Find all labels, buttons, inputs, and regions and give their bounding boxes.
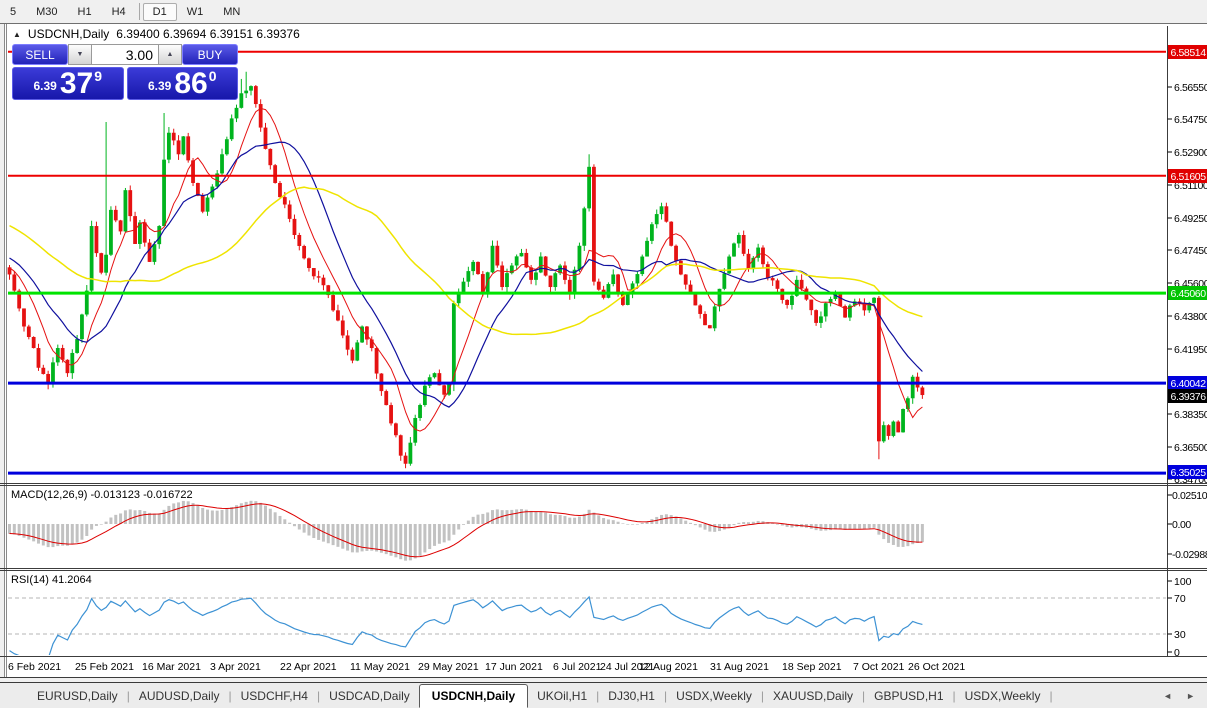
macd-indicator-label: MACD(12,26,9) -0.013123 -0.016722 [11,489,193,501]
buy-button[interactable]: BUY [182,44,238,65]
rsi-indicator-label: RSI(14) 41.2064 [11,574,92,586]
chart-symbol-title: USDCNH,Daily [27,27,110,41]
one-click-trade-panel: SELL ▼ 3.00 ▲ BUY 6.39 37 9 6.39 86 0 [12,44,238,100]
rsi-axis-label: 0 [1174,647,1180,659]
date-tick-label: 6 Feb 2021 [8,661,61,673]
macd-axis-label: 0.00 [1172,519,1191,531]
price-axis-labels: 6.565506.547506.529006.511006.492506.474… [1167,45,1207,659]
price-level-label: 6.51605 [1171,171,1207,183]
sell-price-big-digits: 37 [59,67,94,100]
price-tick-label: 6.49250 [1174,213,1207,225]
volume-increase-button[interactable]: ▲ [158,44,182,65]
date-tick-label: 12 Aug 2021 [639,661,698,673]
buy-price-big-digits: 86 [174,67,208,100]
date-tick-label: 17 Jun 2021 [485,661,543,673]
date-tick-label: 25 Feb 2021 [75,661,134,673]
mt4-window: 5 M30 H1 H4 D1 W1 MN 6.56550 6.54750 6.52900 6.51… [0,0,1207,708]
volume-input[interactable]: 3.00 [92,44,158,65]
price-tick-label: 6.56550 [1174,82,1207,94]
sell-price-pipette: 9 [94,68,103,84]
date-tick-label: 22 Apr 2021 [280,661,337,673]
price-tick-label: 6.41950 [1174,344,1207,356]
rsi-axis-label: 70 [1174,593,1186,605]
buy-price-box[interactable]: 6.39 86 0 [126,67,238,100]
macd-axis-label: 0.025108 [1172,490,1207,502]
trade-panel-toggle-icon[interactable]: ▲ [13,30,21,39]
date-tick-label: 3 Apr 2021 [210,661,261,673]
price-tick-label: 6.47450 [1174,245,1207,257]
window-bottom-strip [0,678,1207,682]
sell-price-box[interactable]: 6.39 37 9 [12,67,124,100]
date-tick-label: 16 Mar 2021 [142,661,201,673]
date-tick-label: 26 Oct 2021 [908,661,965,673]
price-tick-label: 6.54750 [1174,114,1207,126]
buy-price-pipette: 0 [208,68,217,84]
macd-axis-label: -0.02988 [1172,549,1207,561]
chart-title-bar: ▲ USDCNH,Daily 6.39400 6.39694 6.39151 6… [13,27,300,41]
chart-ohlc-values: 6.39400 6.39694 6.39151 6.39376 [116,27,300,41]
rsi-line [9,595,923,655]
date-tick-label: 7 Oct 2021 [853,661,905,673]
date-tick-label: 31 Aug 2021 [710,661,769,673]
candles [7,71,925,469]
price-tick-label: 6.52900 [1174,147,1207,159]
price-tick-label: 6.38350 [1174,409,1207,421]
price-level-label: 6.58514 [1171,47,1207,59]
price-level-label: 6.39376 [1171,391,1207,403]
date-tick-label: 6 Jul 2021 [553,661,602,673]
date-tick-label: 29 May 2021 [418,661,479,673]
ma-line-45 [9,186,923,336]
sell-price-prefix: 6.39 [33,79,57,93]
ma-line-16 [9,141,923,408]
date-tick-label: 18 Sep 2021 [782,661,842,673]
price-level-label: 6.45060 [1171,288,1207,300]
chart-canvas[interactable]: 6.565506.547506.529006.511006.492506.474… [0,0,1207,708]
volume-decrease-button[interactable]: ▼ [68,44,92,65]
buy-price-prefix: 6.39 [147,79,172,93]
price-tick-label: 6.36500 [1174,442,1207,454]
price-level-label: 6.35025 [1171,467,1207,479]
sell-button[interactable]: SELL [12,44,68,65]
price-level-label: 6.40042 [1171,378,1207,390]
macd-histogram [8,500,924,561]
date-tick-label: 11 May 2021 [350,661,410,673]
price-tick-label: 6.43800 [1174,311,1207,323]
rsi-axis-label: 30 [1174,629,1186,641]
date-axis-labels: 6 Feb 2021 25 Feb 2021 16 Mar 2021 3 Apr 20… [8,661,965,673]
rsi-axis-label: 100 [1174,576,1192,588]
macd-signal-line [9,503,923,558]
